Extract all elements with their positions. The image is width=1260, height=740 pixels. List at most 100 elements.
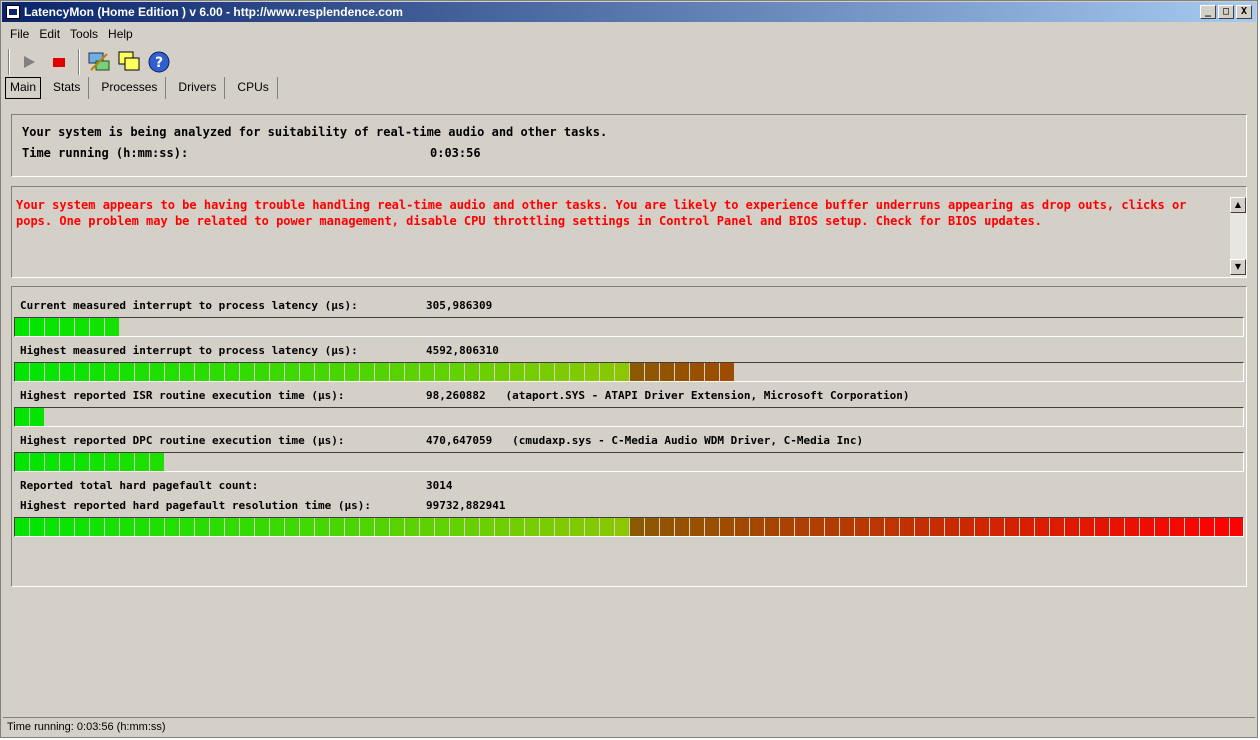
menu-bar: File Edit Tools Help bbox=[5, 25, 138, 45]
menu-edit[interactable]: Edit bbox=[34, 25, 65, 45]
meter-segment bbox=[105, 518, 120, 536]
maximize-button[interactable]: □ bbox=[1218, 5, 1234, 19]
meter-segment bbox=[45, 518, 60, 536]
meter-segment bbox=[255, 363, 270, 381]
menu-help[interactable]: Help bbox=[103, 25, 138, 45]
meter-segment bbox=[75, 453, 90, 471]
meter-segment bbox=[15, 318, 30, 336]
meter-segment bbox=[300, 518, 315, 536]
meter-segment bbox=[1110, 518, 1125, 536]
isr-label: Highest reported ISR routine execution t… bbox=[20, 389, 345, 402]
menu-tools[interactable]: Tools bbox=[65, 25, 103, 45]
meter-segment bbox=[255, 518, 270, 536]
meter-segment bbox=[495, 363, 510, 381]
meter-segment bbox=[180, 363, 195, 381]
meter-segment bbox=[330, 518, 345, 536]
close-button[interactable]: X bbox=[1236, 5, 1252, 19]
help-icon: ? bbox=[148, 51, 170, 73]
dpc-label: Highest reported DPC routine execution t… bbox=[20, 434, 345, 447]
meter-segment bbox=[60, 363, 75, 381]
isr-value: 98,260882 (ataport.SYS - ATAPI Driver Ex… bbox=[426, 389, 910, 402]
tab-drivers[interactable]: Drivers bbox=[170, 77, 226, 99]
meter-segment bbox=[120, 518, 135, 536]
network-button[interactable] bbox=[85, 48, 113, 76]
meter-segment bbox=[105, 453, 120, 471]
meter-segment bbox=[645, 363, 660, 381]
meter-segment bbox=[420, 363, 435, 381]
meter-segment bbox=[210, 363, 225, 381]
meter-segment bbox=[135, 518, 150, 536]
meter-segment bbox=[315, 363, 330, 381]
meter-segment bbox=[195, 363, 210, 381]
meter-segment bbox=[510, 363, 525, 381]
meter-segment bbox=[930, 518, 945, 536]
meter-segment bbox=[1230, 518, 1243, 536]
pagefault-time-value: 99732,882941 bbox=[426, 499, 506, 512]
meter-segment bbox=[285, 518, 300, 536]
meter-segment bbox=[630, 518, 645, 536]
start-button[interactable] bbox=[15, 48, 43, 76]
meter-segment bbox=[705, 518, 720, 536]
meter-segment bbox=[1170, 518, 1185, 536]
meter-segment bbox=[915, 518, 930, 536]
menu-file[interactable]: File bbox=[5, 25, 34, 45]
tab-main[interactable]: Main bbox=[5, 77, 42, 99]
meter-segment bbox=[660, 518, 675, 536]
meter-segment bbox=[375, 363, 390, 381]
isr-meter bbox=[14, 407, 1244, 427]
title-bar[interactable]: LatencyMon (Home Edition ) v 6.00 - http… bbox=[2, 2, 1256, 22]
meter-segment bbox=[525, 363, 540, 381]
meter-segment bbox=[900, 518, 915, 536]
app-window: LatencyMon (Home Edition ) v 6.00 - http… bbox=[0, 0, 1258, 738]
meter-segment bbox=[225, 363, 240, 381]
meter-segment bbox=[465, 518, 480, 536]
meter-segment bbox=[1140, 518, 1155, 536]
analysis-message: Your system is being analyzed for suitab… bbox=[22, 125, 608, 139]
windows-icon bbox=[118, 51, 140, 71]
stop-button[interactable] bbox=[45, 48, 73, 76]
meter-segment bbox=[285, 363, 300, 381]
meter-segment bbox=[390, 363, 405, 381]
help-button[interactable]: ? bbox=[145, 48, 173, 76]
meter-segment bbox=[405, 518, 420, 536]
meter-segment bbox=[1080, 518, 1095, 536]
meter-segment bbox=[30, 318, 45, 336]
tab-stats[interactable]: Stats bbox=[45, 77, 90, 99]
meter-segment bbox=[855, 518, 870, 536]
meter-segment bbox=[45, 363, 60, 381]
meter-segment bbox=[615, 518, 630, 536]
minimize-button[interactable]: _ bbox=[1200, 5, 1216, 19]
meter-segment bbox=[570, 363, 585, 381]
warning-scrollbar[interactable]: ▲ ▼ bbox=[1230, 197, 1246, 277]
meter-segment bbox=[600, 518, 615, 536]
meter-segment bbox=[1125, 518, 1140, 536]
scroll-up-arrow-icon[interactable]: ▲ bbox=[1230, 197, 1246, 213]
meter-segment bbox=[450, 363, 465, 381]
meter-segment bbox=[480, 518, 495, 536]
meter-segment bbox=[435, 518, 450, 536]
meter-segment bbox=[870, 518, 885, 536]
meter-segment bbox=[45, 318, 60, 336]
scroll-down-arrow-icon[interactable]: ▼ bbox=[1230, 259, 1246, 275]
meter-segment bbox=[1215, 518, 1230, 536]
meter-segment bbox=[735, 518, 750, 536]
meter-segment bbox=[15, 408, 30, 426]
meter-segment bbox=[30, 408, 45, 426]
stop-icon bbox=[53, 58, 65, 67]
meter-segment bbox=[675, 363, 690, 381]
meter-segment bbox=[990, 518, 1005, 536]
meter-segment bbox=[885, 518, 900, 536]
app-icon bbox=[6, 5, 20, 19]
toolbar-separator bbox=[8, 49, 10, 75]
windows-button[interactable] bbox=[115, 48, 143, 76]
meter-segment bbox=[720, 363, 735, 381]
meter-segment bbox=[720, 518, 735, 536]
meter-segment bbox=[75, 318, 90, 336]
meter-segment bbox=[60, 518, 75, 536]
play-icon bbox=[24, 56, 35, 68]
tab-processes[interactable]: Processes bbox=[93, 77, 167, 99]
current-latency-meter bbox=[14, 317, 1244, 337]
tab-cpus[interactable]: CPUs bbox=[229, 77, 278, 99]
meter-segment bbox=[945, 518, 960, 536]
meter-segment bbox=[1035, 518, 1050, 536]
